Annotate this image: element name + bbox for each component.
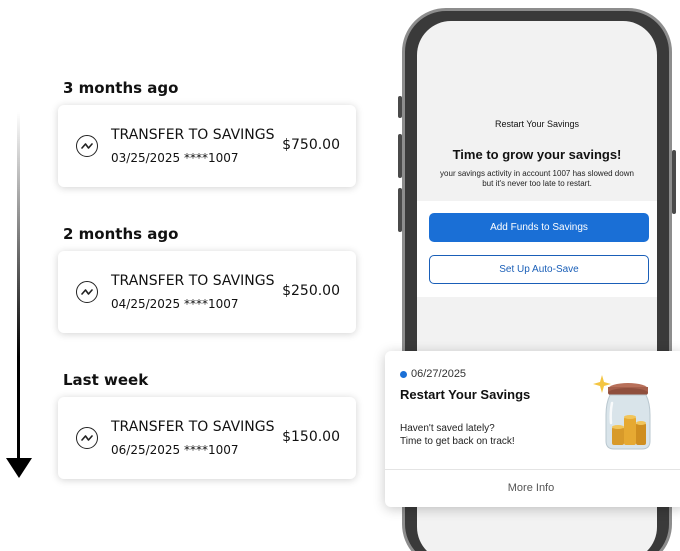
screen-body: your savings activity in account 1007 ha… xyxy=(427,169,647,189)
screen-header: Restart Your Savings xyxy=(494,119,580,129)
transaction-card[interactable]: TRANSFER TO SAVINGS 04/25/2025 ****1007 … xyxy=(58,251,356,333)
transaction-card[interactable]: TRANSFER TO SAVINGS 06/25/2025 ****1007 … xyxy=(58,397,356,479)
transaction-account: ****1007 xyxy=(184,443,239,457)
transfer-icon xyxy=(76,135,98,157)
transaction-card[interactable]: TRANSFER TO SAVINGS 03/25/2025 ****1007 … xyxy=(58,105,356,187)
transaction-meta: 03/25/2025 ****1007 xyxy=(111,151,239,165)
transaction-date: 03/25/2025 xyxy=(111,151,181,165)
transaction-title: TRANSFER TO SAVINGS xyxy=(111,419,275,435)
screen-body-line: your savings activity in account 1007 ha… xyxy=(440,169,634,178)
screen-body-line: but it's never too late to restart. xyxy=(482,179,592,188)
transaction-account: ****1007 xyxy=(184,297,239,311)
transaction-date: 04/25/2025 xyxy=(111,297,181,311)
transaction-amount: $750.00 xyxy=(282,137,340,153)
notification-title: Restart Your Savings xyxy=(400,387,531,402)
phone-power-button xyxy=(672,150,676,214)
timeline-arrowhead-icon xyxy=(6,458,32,478)
screen-actions-panel: Add Funds to Savings Set Up Auto-Save xyxy=(417,201,657,297)
transaction-amount: $150.00 xyxy=(282,429,340,445)
transaction-title: TRANSFER TO SAVINGS xyxy=(111,273,275,289)
transaction-date: 06/25/2025 xyxy=(111,443,181,457)
notification-body: Haven't saved lately? Time to get back o… xyxy=(400,422,580,448)
transaction-meta: 06/25/2025 ****1007 xyxy=(111,443,239,457)
notification-date: 06/27/2025 xyxy=(411,368,467,380)
more-info-link[interactable]: More Info xyxy=(385,469,680,507)
add-funds-button[interactable]: Add Funds to Savings xyxy=(429,213,649,242)
timeline-arrow-icon xyxy=(17,112,20,462)
unread-dot-icon xyxy=(400,371,407,378)
transaction-title: TRANSFER TO SAVINGS xyxy=(111,127,275,143)
transaction-account: ****1007 xyxy=(184,151,239,165)
transfer-icon xyxy=(76,427,98,449)
transaction-meta: 04/25/2025 ****1007 xyxy=(111,297,239,311)
screen-headline: Time to grow your savings! xyxy=(452,147,622,162)
notification-card[interactable]: 06/27/2025 Restart Your Savings Haven't … xyxy=(385,351,680,507)
timeline-label-last-week: Last week xyxy=(63,371,149,389)
transfer-icon xyxy=(76,281,98,303)
timeline-label-2-months: 2 months ago xyxy=(63,225,179,243)
timeline-label-3-months: 3 months ago xyxy=(63,79,179,97)
transaction-amount: $250.00 xyxy=(282,283,340,299)
notification-body-line: Haven't saved lately? xyxy=(400,423,495,434)
set-up-auto-save-button[interactable]: Set Up Auto-Save xyxy=(429,255,649,284)
savings-jar-icon xyxy=(593,375,651,450)
notification-body-line: Time to get back on track! xyxy=(400,436,515,447)
